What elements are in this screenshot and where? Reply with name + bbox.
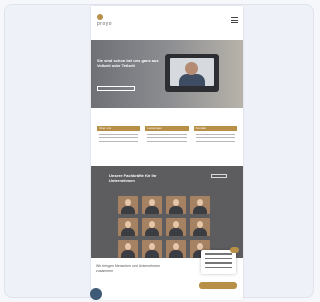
hero-laptop-image — [165, 54, 219, 92]
site-header: proyo — [91, 6, 243, 40]
hero-section: Sie sind schon bei uns ganz aus Vollzeit… — [91, 40, 243, 108]
hero-button[interactable] — [97, 86, 135, 91]
service-card[interactable]: Über uns — [97, 126, 141, 162]
hero-screen — [170, 58, 214, 86]
chat-popup[interactable] — [201, 247, 239, 274]
service-card[interactable]: Leistungen — [145, 126, 189, 162]
service-card-title: Über uns — [97, 126, 141, 131]
service-card-title: Kontakt — [193, 126, 237, 131]
floating-action-icon[interactable] — [90, 288, 102, 300]
chat-button[interactable] — [199, 282, 237, 289]
portrait-image — [118, 240, 138, 258]
portrait-image — [166, 240, 186, 258]
logo-text: proyo — [97, 21, 113, 27]
footer-section: Wir bringen Menschen und Unternehmen zus… — [91, 247, 243, 300]
service-card-title: Leistungen — [145, 126, 189, 131]
portrait-image — [142, 196, 162, 214]
intro-text-block — [91, 108, 243, 122]
portrait-image — [190, 196, 210, 214]
portrait-image — [142, 240, 162, 258]
team-title: Unsere Fachkräfte für Ihr Unternehmen — [109, 173, 157, 183]
team-button[interactable] — [211, 174, 227, 178]
portrait-image — [118, 218, 138, 236]
portrait-grid — [118, 196, 210, 258]
website-preview[interactable]: proyo Sie sind schon bei uns ganz aus Vo… — [91, 6, 243, 300]
hero-person-body — [179, 74, 205, 86]
team-section: Unsere Fachkräfte für Ihr Unternehmen — [91, 166, 243, 258]
service-cards: Über uns Leistungen Kontakt — [91, 122, 243, 166]
portrait-image — [142, 218, 162, 236]
hero-headline: Sie sind schon bei uns ganz aus Vollzeit… — [97, 58, 159, 68]
service-card[interactable]: Kontakt — [193, 126, 237, 162]
hamburger-menu-icon[interactable] — [231, 17, 238, 25]
portrait-image — [166, 196, 186, 214]
portrait-image — [166, 218, 186, 236]
portrait-image — [190, 218, 210, 236]
logo-mark-icon — [97, 14, 103, 20]
logo[interactable]: proyo — [97, 14, 112, 27]
hero-person-face — [185, 62, 198, 75]
chat-badge-icon — [230, 247, 239, 253]
portrait-image — [118, 196, 138, 214]
footer-text: Wir bringen Menschen und Unternehmen zus… — [96, 264, 161, 273]
